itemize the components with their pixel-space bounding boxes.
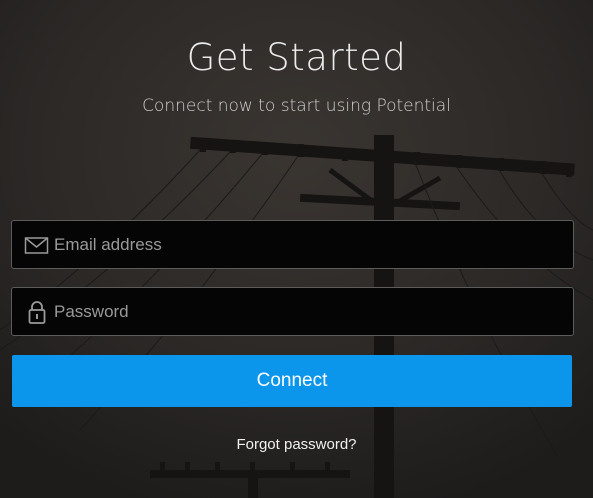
page-subtitle: Connect now to start using Potential (142, 96, 451, 116)
connect-button[interactable]: Connect (12, 355, 572, 407)
envelope-icon (24, 233, 50, 257)
email-field[interactable] (11, 220, 574, 269)
password-input[interactable] (54, 288, 554, 335)
forgot-password-link[interactable]: Forgot password? (0, 436, 593, 453)
email-input[interactable] (54, 221, 554, 268)
password-field[interactable] (11, 287, 574, 336)
page-title: Get Started (186, 36, 407, 79)
lock-icon (24, 300, 50, 324)
